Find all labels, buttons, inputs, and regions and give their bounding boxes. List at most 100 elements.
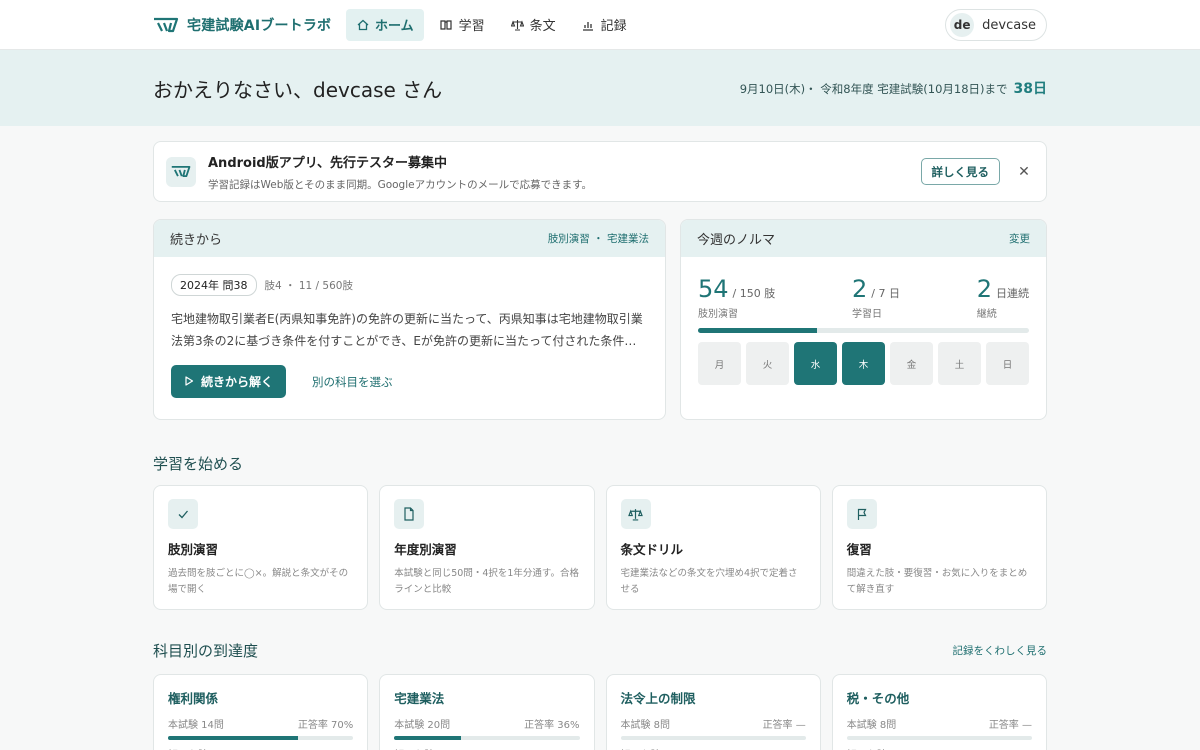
weekday-cell: 火 (746, 342, 789, 385)
continue-title: 続きから (170, 233, 223, 248)
mode-card-review[interactable]: 復習 間違えた肢・要復習・お気に入りをまとめて解き直す (831, 485, 1047, 610)
resume-label: 続きから解く (200, 375, 273, 389)
nav-study-label: 学習 (458, 19, 485, 34)
solved-count: 解いた肢 20 / 528 (168, 746, 353, 750)
resume-button[interactable]: 続きから解く (171, 365, 286, 398)
mode-desc: 過去問を肢ごとに◯×。解説と条文がその場で開く (168, 568, 349, 595)
weekday-tracker: 月火水木金土日 (698, 342, 1029, 385)
mode-card-articles[interactable]: 条文ドリル 宅建業法などの条文を穴埋め4択で定着させる (605, 485, 821, 610)
mode-desc: 本試験と同じ50問・4択を1年分通す。合格ラインと比較 (394, 568, 579, 595)
exam-count: 本試験 8問 (846, 720, 897, 731)
question-meta: 肢4 ・ 11 / 560肢 (264, 279, 353, 292)
play-icon (184, 375, 194, 389)
stat-value: 2 (851, 275, 868, 303)
subject-progress-bar (168, 736, 354, 740)
mode-card-practice[interactable]: 肢別演習 過去問を肢ごとに◯×。解説と条文がその場で開く (153, 485, 369, 610)
subject-name: 法令上の制限 (620, 691, 696, 706)
subject-progress-bar (846, 736, 1032, 740)
banner-title: Android版アプリ、先行テスター募集中 (208, 155, 447, 171)
check-icon (168, 499, 198, 529)
nav-home[interactable]: ホーム (346, 8, 424, 41)
subject-card[interactable]: 権利関係本試験 14問 正答率 70% 解いた肢 20 / 528 (153, 674, 369, 750)
accuracy-rate: 正答率 — (988, 720, 1032, 731)
stat-suffix: 日連続 (995, 287, 1029, 300)
stat-value: 54 (698, 275, 729, 303)
weekday-cell: 金 (890, 342, 933, 385)
subject-name: 宅建業法 (394, 691, 445, 706)
weekday-cell: 水 (794, 342, 837, 385)
android-tester-banner: Android版アプリ、先行テスター募集中 学習記録はWeb版とそのまま同期。G… (153, 141, 1047, 202)
nav-articles[interactable]: 条文 (501, 9, 566, 41)
accuracy-rate: 正答率 36% (524, 720, 580, 731)
document-icon (394, 499, 425, 529)
brand-logo-icon (153, 17, 179, 33)
subject-card[interactable]: 税・その他本試験 8問 正答率 — 解いた肢 0 / 320 (831, 674, 1047, 750)
year-question-badge: 2024年 問38 (171, 274, 257, 296)
brand[interactable]: 宅建試験AIブートラボ (153, 15, 346, 35)
question-preview: 宅地建物取引業者E(丙県知事免許)の免許の更新に当たって、丙県知事は宅地建物取引… (171, 312, 643, 348)
user-menu[interactable]: de devcase (945, 9, 1047, 41)
subject-progress-bar (394, 736, 580, 740)
continue-card: 続きから 肢別演習 ・ 宅建業法 2024年 問38 肢4 ・ 11 / 560… (153, 219, 666, 420)
exam-count: 本試験 14問 (168, 720, 224, 731)
stat-label: 継続 (976, 309, 997, 320)
weekday-cell: 木 (842, 342, 885, 385)
stat-practice: 54/ 150 肢 肢別演習 (698, 275, 775, 320)
home-icon (356, 18, 369, 31)
nav-study[interactable]: 学習 (430, 9, 495, 41)
stat-suffix: / 150 肢 (732, 287, 776, 300)
choose-subject-link[interactable]: 別の科目を選ぶ (312, 374, 393, 390)
nav-records[interactable]: 記録 (572, 9, 637, 41)
accuracy-rate: 正答率 — (762, 720, 806, 731)
solved-count: 解いた肢 11 / 560 (394, 746, 579, 750)
stat-label: 肢別演習 (698, 309, 738, 320)
stat-value: 2 (976, 275, 992, 303)
mode-title: 復習 (846, 542, 872, 557)
subject-progress-fill (394, 736, 461, 740)
scale-icon (510, 18, 524, 31)
chart-icon (582, 18, 595, 31)
continue-tag: 肢別演習 ・ 宅建業法 (547, 233, 649, 245)
mode-title: 年度別演習 (394, 542, 457, 557)
main-nav: ホーム 学習 条文 記録 (346, 8, 637, 41)
stat-streak: 2 日連続 継続 (977, 275, 1029, 320)
quota-progress-fill (698, 328, 818, 333)
mode-title: 肢別演習 (168, 542, 219, 557)
subject-progress-grid: 権利関係本試験 14問 正答率 70% 解いた肢 20 / 528 宅建業法本試験 2… (153, 674, 1047, 750)
book-icon (440, 18, 453, 31)
exam-count: 本試験 8問 (620, 720, 671, 731)
stat-label: 学習日 (851, 309, 882, 320)
quota-progress-bar (698, 328, 1029, 333)
weekly-quota-card: 今週のノルマ 変更 54/ 150 肢 肢別演習 2/ 7 日 学習日 2 日連続… (680, 219, 1047, 420)
change-quota-link[interactable]: 変更 (1009, 231, 1030, 246)
weekday-cell: 月 (698, 342, 741, 385)
records-detail-link[interactable]: 記録をくわしく見る (953, 643, 1048, 658)
exam-count: 本試験 20問 (394, 720, 451, 731)
subject-name: 権利関係 (168, 691, 219, 706)
details-button[interactable]: 詳しく見る (920, 158, 1000, 185)
weekday-cell: 土 (938, 342, 981, 385)
exam-countdown: 9月10日(木)・ 令和8年度 宅建試験(10月18日)まで 38日 (740, 78, 1047, 98)
subject-card[interactable]: 宅建業法本試験 20問 正答率 36% 解いた肢 11 / 560 (379, 674, 595, 750)
close-icon[interactable]: ✕ (1014, 162, 1034, 182)
days-left: 38日 (1013, 81, 1047, 97)
weekday-cell: 日 (986, 342, 1029, 385)
mode-desc: 間違えた肢・要復習・お気に入りをまとめて解き直す (846, 568, 1028, 595)
subject-card[interactable]: 法令上の制限本試験 8問 正答率 — 解いた肢 0 / 316 (605, 674, 821, 750)
exam-date-text: 9月10日(木)・ 令和8年度 宅建試験(10月18日)まで (739, 82, 1008, 96)
nav-home-label: ホーム (375, 19, 414, 34)
mode-card-yearly[interactable]: 年度別演習 本試験と同じ50問・4択を1年分通す。合格ラインと比較 (379, 485, 595, 610)
nav-records-label: 記録 (600, 19, 627, 34)
mode-desc: 宅建業法などの条文を穴埋め4択で定着させる (620, 568, 798, 595)
start-section-title: 学習を始める (153, 455, 244, 473)
quota-title: 今週のノルマ (697, 233, 776, 248)
banner-logo-icon (166, 156, 196, 187)
welcome-hero: おかえりなさい、devcase さん 9月10日(木)・ 令和8年度 宅建試験(… (0, 50, 1200, 126)
stat-suffix: / 7 日 (871, 287, 900, 300)
subjects-section-title: 科目別の到達度 (153, 642, 259, 660)
user-name: devcase (982, 17, 1036, 33)
solved-count: 解いた肢 0 / 316 (621, 746, 806, 750)
nav-articles-label: 条文 (529, 19, 556, 34)
avatar: de (950, 13, 975, 37)
app-name: 宅建試験AIブートラボ (187, 17, 332, 34)
